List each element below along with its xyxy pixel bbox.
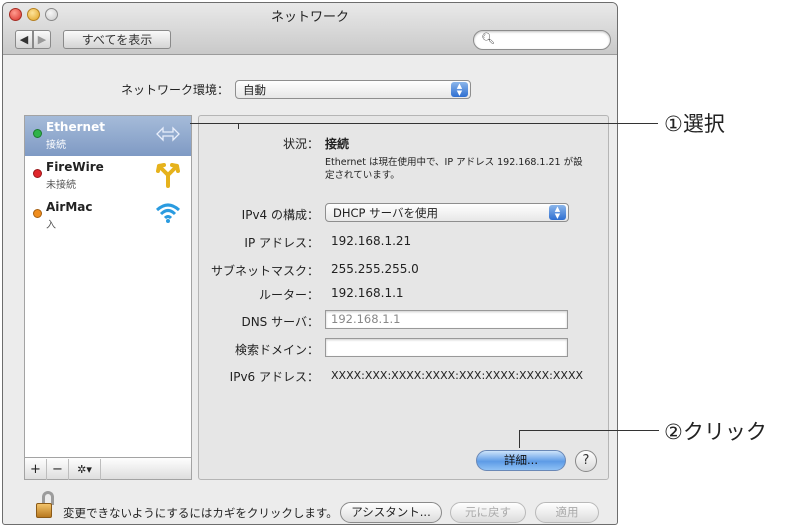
service-item-ethernet[interactable]: Ethernet 接続 xyxy=(25,116,191,156)
status-description-line1: Ethernet は現在使用中で、IP アドレス 192.168.1.21 が設 xyxy=(325,157,583,168)
assistant-button[interactable]: アシスタント... xyxy=(340,502,442,523)
popup-arrows-icon: ▲ ▼ xyxy=(549,205,566,220)
location-popup[interactable]: 自動 ▲ ▼ xyxy=(235,80,471,99)
revert-button[interactable]: 元に戻す xyxy=(450,502,526,523)
wifi-icon xyxy=(155,202,181,229)
location-value: 自動 xyxy=(243,82,266,97)
service-status: 未接続 xyxy=(46,180,76,191)
network-preferences-window: ネットワーク ◀ ▶ すべてを表示 🔍︎ ネットワーク環境： 自動 ▲ ▼ Eth… xyxy=(2,2,618,525)
forward-button[interactable]: ▶ xyxy=(33,30,51,49)
ipv6-address-value: XXXX:XXX:XXXX:XXXX:XXX:XXXX:XXXX:XXXX xyxy=(331,369,584,382)
ipv6-address-label: IPv6 アドレス： xyxy=(229,370,319,384)
search-domain-label: 検索ドメイン： xyxy=(234,343,319,357)
status-label: 状況： xyxy=(282,137,319,151)
callout-click-label: ②クリック xyxy=(664,420,767,444)
detail-panel: 状況： 接続 Ethernet は現在使用中で、IP アドレス 192.168.… xyxy=(198,115,609,480)
ip-address-value: 192.168.1.21 xyxy=(331,234,412,248)
dns-server-field[interactable]: 192.168.1.1 xyxy=(325,310,568,329)
popup-arrows-icon: ▲ ▼ xyxy=(451,82,468,97)
service-list: Ethernet 接続 FireWire 未接続 AirMac 入 xyxy=(24,115,192,480)
service-name: AirMac xyxy=(46,200,93,214)
callout-select-line-stub xyxy=(190,123,238,124)
show-all-button[interactable]: すべてを表示 xyxy=(63,30,171,49)
lock-hint-text: 変更できないようにするにはカギをクリックします。 xyxy=(63,506,338,520)
search-input[interactable]: 🔍︎ xyxy=(473,30,611,50)
ipv4-config-popup[interactable]: DHCP サーバを使用 ▲ ▼ xyxy=(325,203,569,222)
ipv4-config-value: DHCP サーバを使用 xyxy=(333,205,439,220)
router-label: ルーター： xyxy=(258,288,319,302)
title-bar: ネットワーク ◀ ▶ すべてを表示 🔍︎ xyxy=(3,3,617,55)
callout-select-line xyxy=(238,123,658,124)
service-name: Ethernet xyxy=(46,120,105,134)
status-value: 接続 xyxy=(325,137,350,151)
add-service-button[interactable]: + xyxy=(25,459,47,480)
service-list-toolbar: + − ✲▾ xyxy=(24,457,192,480)
search-icon: 🔍︎ xyxy=(481,32,495,45)
window-title: ネットワーク xyxy=(270,10,349,25)
service-item-airmac[interactable]: AirMac 入 xyxy=(25,196,191,236)
forward-arrow-icon: ▶ xyxy=(37,33,47,46)
firewire-icon xyxy=(155,162,181,193)
lock-icon[interactable] xyxy=(36,491,56,519)
dns-server-label: DNS サーバ： xyxy=(241,315,319,329)
apply-button[interactable]: 適用 xyxy=(535,502,599,523)
subnet-mask-value: 255.255.255.0 xyxy=(331,262,419,276)
ethernet-icon xyxy=(155,122,181,151)
lock-body xyxy=(36,503,52,518)
callout-select-label: ①選択 xyxy=(664,112,725,136)
service-status: 接続 xyxy=(46,140,66,151)
ip-address-label: IP アドレス： xyxy=(244,236,319,250)
subnet-mask-label: サブネットマスク： xyxy=(210,264,319,278)
service-item-firewire[interactable]: FireWire 未接続 xyxy=(25,156,191,196)
remove-service-button[interactable]: − xyxy=(47,459,69,480)
ipv4-config-label: IPv4 の構成： xyxy=(241,208,319,222)
callout-click-vertical xyxy=(519,430,520,448)
callout-click-line xyxy=(519,430,659,431)
service-name: FireWire xyxy=(46,160,104,174)
action-menu-button[interactable]: ✲▾ xyxy=(69,459,101,480)
search-domain-field[interactable] xyxy=(325,338,568,357)
status-dot-icon xyxy=(33,169,42,178)
help-button[interactable]: ? xyxy=(575,450,597,472)
status-description-line2: 定されています。 xyxy=(325,170,400,181)
advanced-button[interactable]: 詳細... xyxy=(476,450,566,471)
location-label: ネットワーク環境： xyxy=(120,83,229,97)
service-status: 入 xyxy=(46,220,56,231)
status-dot-icon xyxy=(33,209,42,218)
back-button[interactable]: ◀ xyxy=(15,30,33,49)
back-arrow-icon: ◀ xyxy=(19,33,29,46)
status-dot-icon xyxy=(33,129,42,138)
router-value: 192.168.1.1 xyxy=(331,286,404,300)
